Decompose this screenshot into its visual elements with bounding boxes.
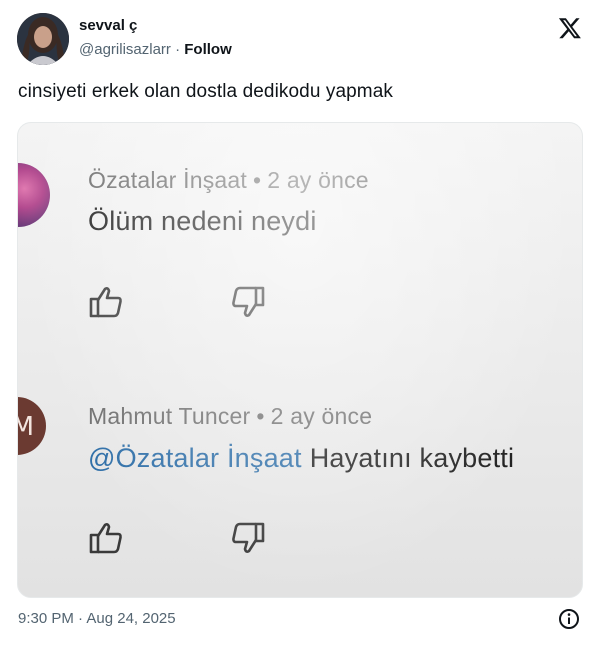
thumbs-up-icon[interactable]: [88, 521, 124, 555]
author-avatar[interactable]: [17, 13, 69, 65]
comment-meta: Mahmut Tuncer • 2 ay önce: [88, 403, 372, 430]
comment-time: 2 ay önce: [270, 403, 373, 429]
meta-dot: •: [252, 167, 262, 193]
comment-text: @Özatalar İnşaat Hayatını kaybetti: [88, 443, 514, 474]
comment-body: Ölüm nedeni neydi: [88, 206, 317, 236]
author-handle-row: @agrilisazlarr · Follow: [79, 41, 232, 58]
comment-time: 2 ay önce: [267, 167, 369, 193]
tweet-timestamp[interactable]: 9:30 PM · Aug 24, 2025: [18, 610, 176, 627]
comment-meta: Özatalar İnşaat • 2 ay önce: [88, 167, 369, 194]
tweet-text: cinsiyeti erkek olan dostla dedikodu yap…: [18, 81, 394, 102]
author-handle[interactable]: @agrilisazlarr: [79, 41, 171, 58]
comment-text: Ölüm nedeni neydi: [88, 206, 317, 237]
handle-separator: ·: [175, 41, 181, 58]
meta-dot: •: [256, 403, 265, 429]
x-logo-icon[interactable]: [558, 16, 582, 40]
comment-actions: [88, 285, 288, 319]
tweet-card: sevval ç @agrilisazlarr · Follow cinsiye…: [0, 0, 600, 649]
comment-body: Hayatını kaybetti: [309, 443, 515, 473]
thumbs-down-icon[interactable]: [230, 521, 266, 555]
comment-author: Mahmut Tuncer: [88, 403, 251, 429]
comment-mention[interactable]: @Özatalar İnşaat: [88, 443, 302, 473]
commenter-avatar: [18, 163, 50, 227]
author-display-name[interactable]: sevval ç: [79, 17, 137, 34]
avatar-letter: M: [18, 412, 34, 442]
follow-button[interactable]: Follow: [184, 41, 232, 58]
comment-author: Özatalar İnşaat: [88, 167, 247, 193]
thumbs-down-icon[interactable]: [230, 285, 266, 319]
info-icon[interactable]: [558, 608, 580, 630]
tweet-media-image[interactable]: Özatalar İnşaat • 2 ay önce Ölüm nedeni ne…: [17, 122, 583, 598]
comment-actions: [88, 521, 288, 555]
thumbs-up-icon[interactable]: [88, 285, 124, 319]
commenter-avatar: M: [18, 397, 46, 455]
